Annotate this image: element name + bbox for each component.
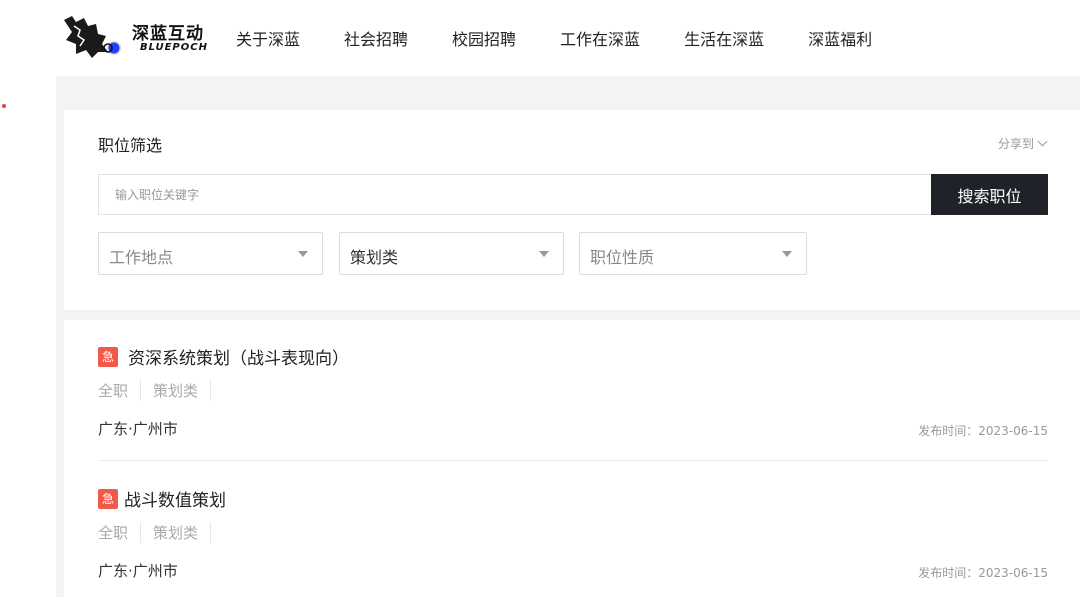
- job-tag-category: 策划类: [153, 522, 212, 543]
- urgent-badge: 急: [98, 346, 118, 367]
- filter-title: 职位筛选: [98, 136, 163, 155]
- job-item[interactable]: 急 资深系统策划（战斗表现向） 全职 策划类 广东·广州市 发布时间：2023-…: [98, 344, 1048, 464]
- category-select-text: 策划类: [350, 248, 399, 267]
- nav-item-social-recruitment[interactable]: 社会招聘: [344, 26, 408, 50]
- job-tag-type: 全职: [98, 380, 142, 401]
- job-tag-category: 策划类: [153, 380, 212, 401]
- job-location: 广东·广州市: [98, 562, 178, 580]
- caret-down-icon: [539, 251, 549, 257]
- category-select[interactable]: 策划类: [339, 232, 564, 275]
- job-tags: 全职 策划类: [98, 380, 223, 401]
- job-type-select-text: 职位性质: [590, 248, 655, 267]
- location-select-text: 工作地点: [109, 248, 174, 267]
- nav-item-benefits[interactable]: 深蓝福利: [808, 26, 872, 50]
- job-title-row: 急 资深系统策划（战斗表现向）: [98, 344, 349, 369]
- nav-item-life-at-bluepoch[interactable]: 生活在深蓝: [684, 26, 764, 50]
- location-select[interactable]: 工作地点: [98, 232, 323, 275]
- share-label: 分享到: [997, 137, 1034, 151]
- brand-logo[interactable]: 深蓝互动 BLUEPOCH: [62, 12, 212, 60]
- job-title[interactable]: 资深系统策划（战斗表现向）: [128, 344, 349, 369]
- job-title[interactable]: 战斗数值策划: [124, 486, 226, 511]
- job-tag-type: 全职: [98, 522, 142, 543]
- top-header: 深蓝互动 BLUEPOCH 关于深蓝 社会招聘 校园招聘 工作在深蓝 生活在深蓝…: [0, 0, 1080, 76]
- filter-panel: 职位筛选 分享到 搜索职位 工作地点 策划类 职位性质: [64, 110, 1080, 310]
- caret-down-icon: [298, 251, 308, 257]
- urgent-badge: 急: [98, 488, 118, 509]
- chevron-down-icon: [1037, 136, 1048, 147]
- nav-item-campus-recruitment[interactable]: 校园招聘: [452, 26, 516, 50]
- job-title-row: 急 战斗数值策划: [98, 486, 226, 511]
- logo-emblem-icon: [64, 16, 121, 58]
- job-divider: [98, 460, 1048, 461]
- job-list: 急 资深系统策划（战斗表现向） 全职 策划类 广东·广州市 发布时间：2023-…: [64, 320, 1080, 597]
- job-type-select[interactable]: 职位性质: [579, 232, 807, 275]
- job-item[interactable]: 急 战斗数值策划 全职 策划类 广东·广州市 发布时间：2023-06-15: [98, 486, 1048, 596]
- job-location: 广东·广州市: [98, 420, 178, 438]
- search-bar: 搜索职位: [98, 174, 1048, 215]
- nav-item-about[interactable]: 关于深蓝: [236, 26, 300, 50]
- nav-item-work-at-bluepoch[interactable]: 工作在深蓝: [560, 26, 640, 50]
- job-publish-date: 发布时间：2023-06-15: [918, 424, 1048, 438]
- caret-down-icon: [782, 251, 792, 257]
- job-tags: 全职 策划类: [98, 522, 223, 543]
- main-nav: 关于深蓝 社会招聘 校园招聘 工作在深蓝 生活在深蓝 深蓝福利: [236, 0, 916, 76]
- search-jobs-button[interactable]: 搜索职位: [931, 174, 1048, 215]
- logo-english-text: BLUEPOCH: [140, 42, 208, 53]
- job-keyword-input[interactable]: [98, 174, 963, 215]
- share-dropdown[interactable]: 分享到: [997, 135, 1048, 152]
- job-publish-date: 发布时间：2023-06-15: [918, 566, 1048, 580]
- logo-chinese-text: 深蓝互动: [132, 24, 204, 44]
- red-dot-mark: [2, 104, 6, 108]
